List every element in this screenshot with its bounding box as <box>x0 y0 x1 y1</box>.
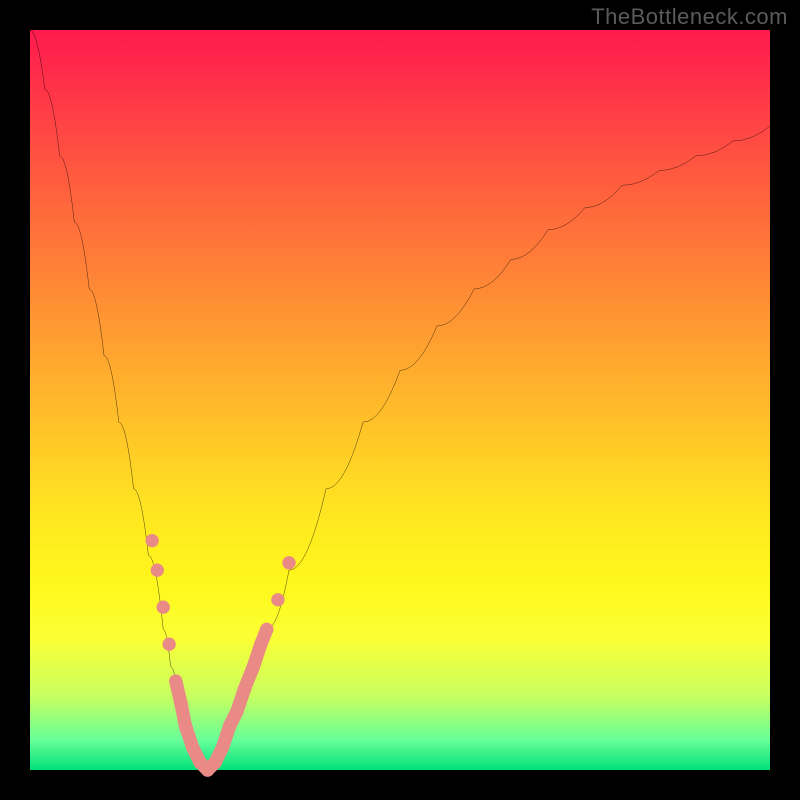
curve-marker <box>162 638 175 651</box>
chart-frame: TheBottleneck.com <box>0 0 800 800</box>
bottleneck-curve <box>30 30 770 770</box>
curve-marker <box>151 564 164 577</box>
curve-marker <box>282 556 295 569</box>
curve-path <box>30 30 770 770</box>
curve-marker <box>260 623 273 636</box>
curve-marker <box>145 534 158 547</box>
curve-marker <box>157 601 170 614</box>
curve-marker <box>271 593 284 606</box>
plot-area <box>30 30 770 770</box>
marker-group <box>145 534 295 777</box>
watermark-label: TheBottleneck.com <box>591 4 788 30</box>
